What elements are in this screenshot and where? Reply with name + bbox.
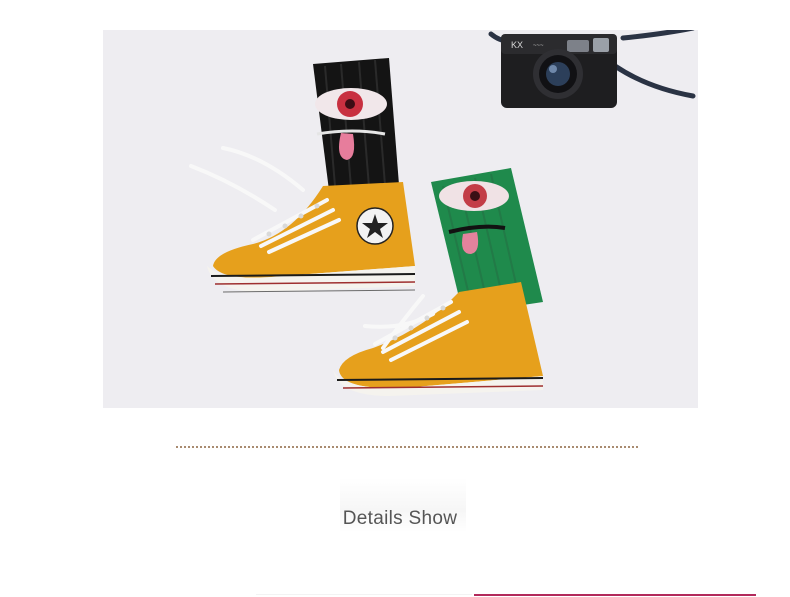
svg-text:~~~: ~~~	[533, 43, 544, 49]
bottom-accent-rule	[474, 594, 756, 596]
bottom-rule-left	[256, 594, 472, 595]
camera: KX ~~~	[501, 34, 617, 108]
section-title: Details Show	[342, 508, 458, 529]
dotted-divider	[176, 446, 638, 448]
product-photo: KX ~~~	[103, 30, 698, 408]
camera-brand-label: KX	[511, 40, 523, 50]
